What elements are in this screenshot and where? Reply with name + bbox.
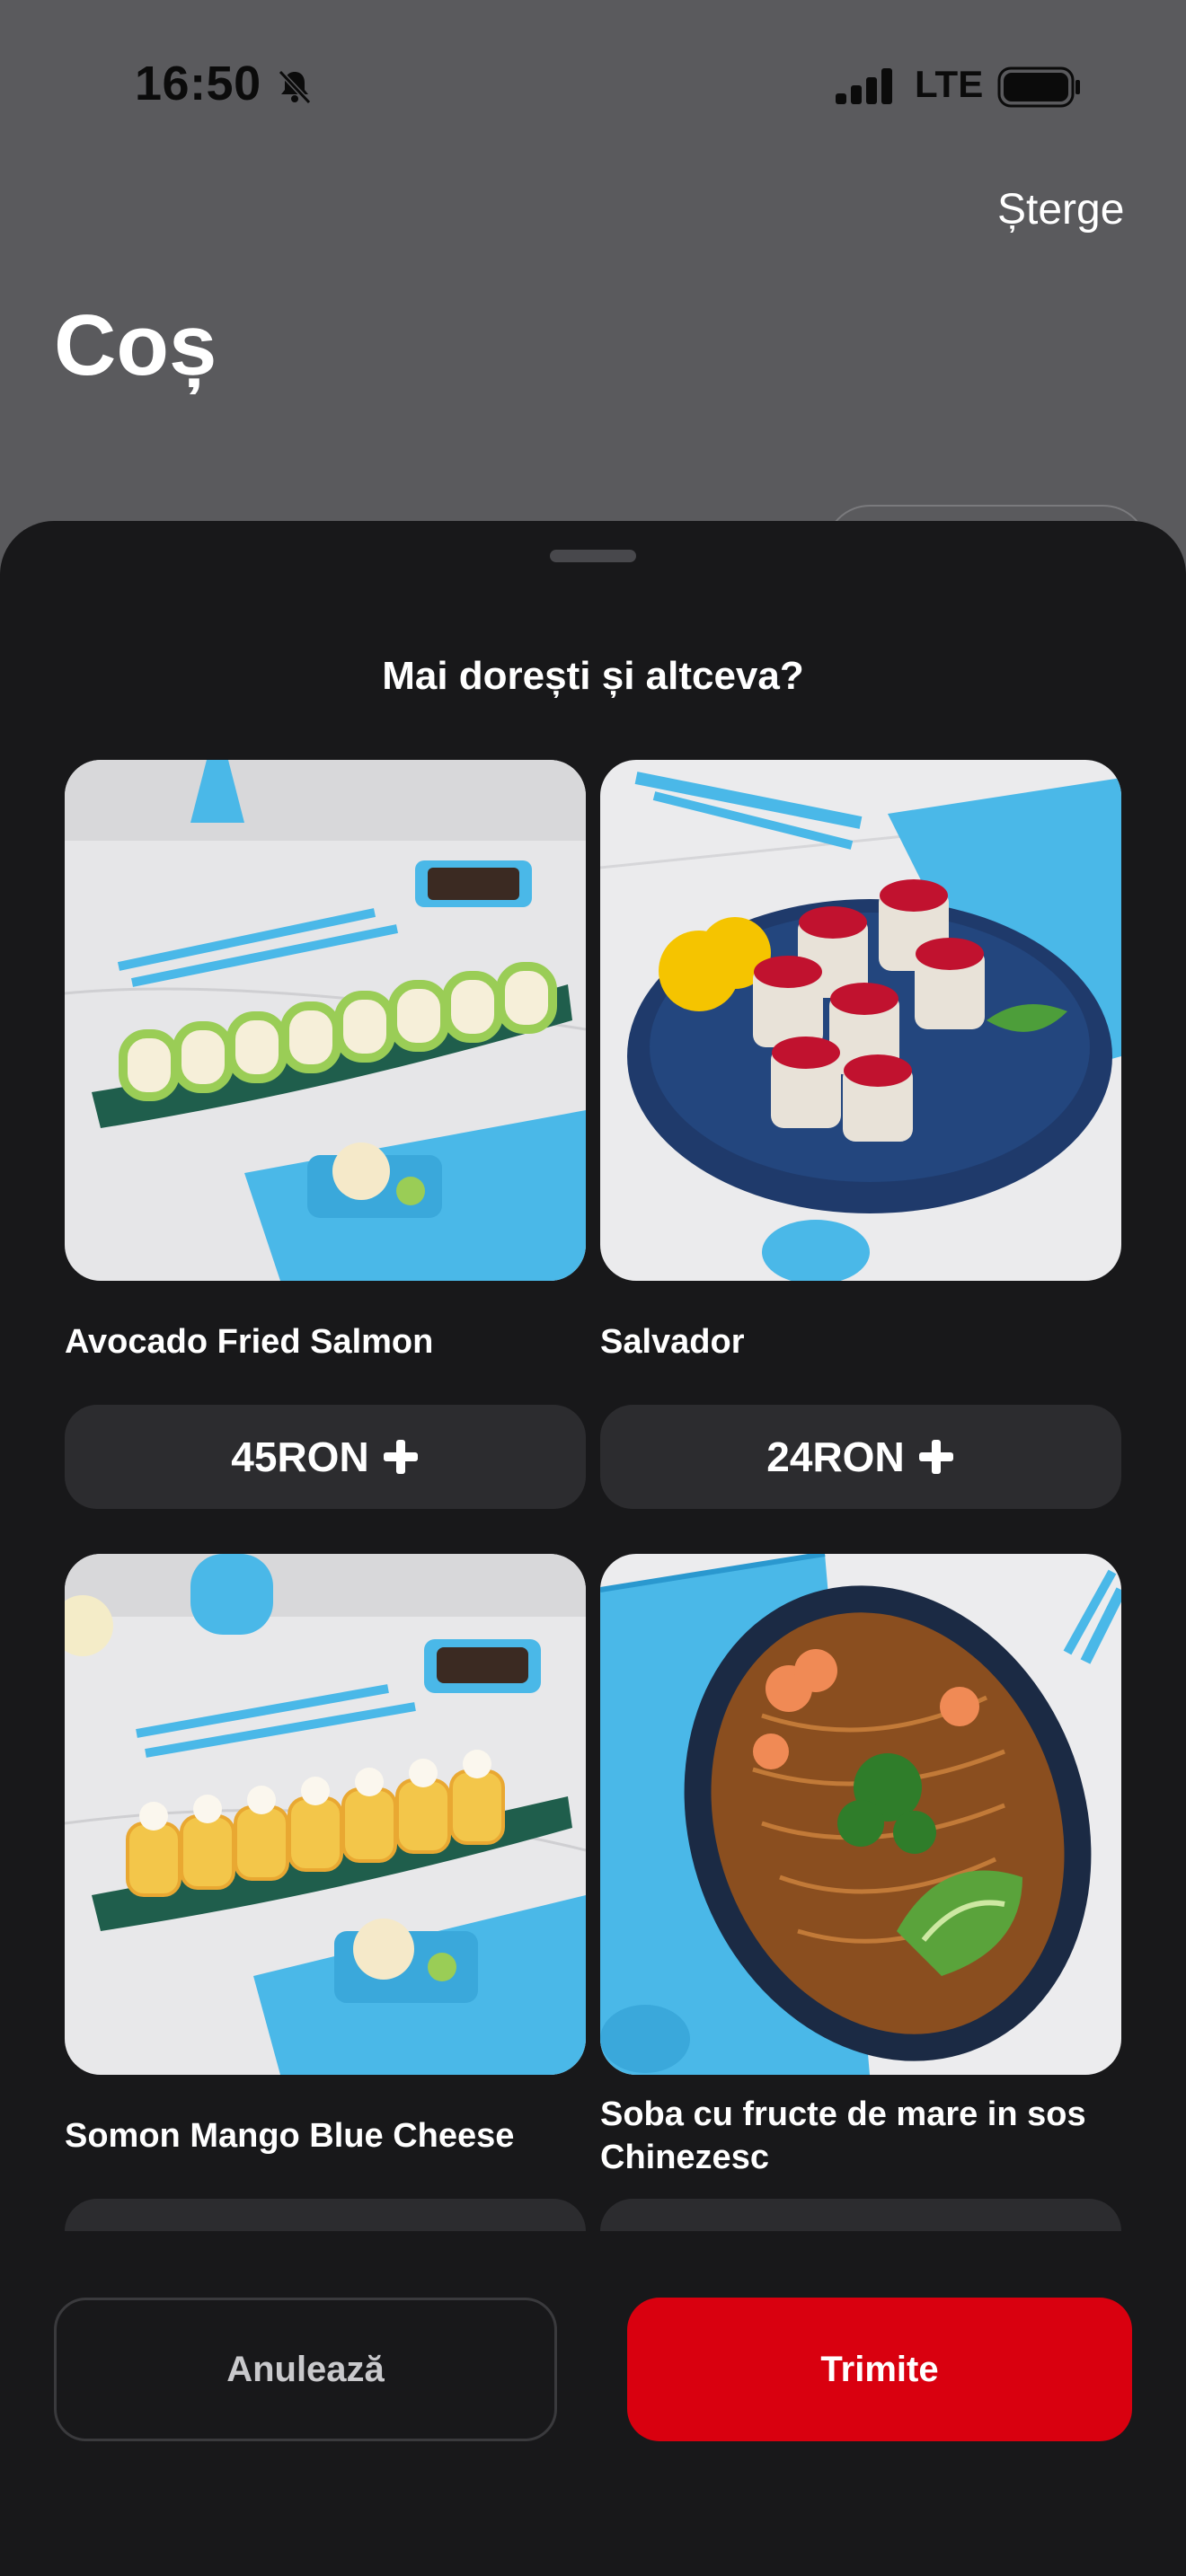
product-image[interactable]: [600, 1554, 1121, 2075]
add-to-cart-button[interactable]: 24RON: [600, 1405, 1121, 1509]
battery-icon: [997, 66, 1080, 108]
product-name: Avocado Fried Salmon: [65, 1323, 434, 1361]
sheet-title: Mai dorești și altceva?: [382, 654, 804, 698]
network-label: LTE: [915, 63, 984, 105]
sheet-handle[interactable]: [550, 550, 636, 562]
send-button[interactable]: Trimite: [627, 2298, 1132, 2441]
product-image[interactable]: [65, 760, 586, 1281]
product-price: 24RON: [766, 1434, 905, 1480]
product-price: 45RON: [231, 1434, 369, 1480]
product-image[interactable]: [65, 1554, 586, 2075]
plus-icon: [383, 1440, 418, 1474]
status-time: 16:50: [135, 57, 261, 110]
product-name: Somon Mango Blue Cheese: [65, 2117, 515, 2155]
product-name: Salvador: [600, 1323, 745, 1361]
plus-icon: [918, 1440, 953, 1474]
bell-slash-icon: [278, 69, 312, 105]
add-to-cart-button[interactable]: 45RON: [65, 1405, 586, 1509]
cancel-button[interactable]: Anulează: [54, 2298, 557, 2441]
delete-button[interactable]: Șterge: [997, 185, 1124, 234]
product-name: Soba cu fructe de mare in sos Chinezesc: [600, 2095, 1086, 2176]
page-title: Coș: [54, 297, 217, 393]
product-image[interactable]: [600, 760, 1121, 1281]
signal-icon: [836, 68, 892, 104]
